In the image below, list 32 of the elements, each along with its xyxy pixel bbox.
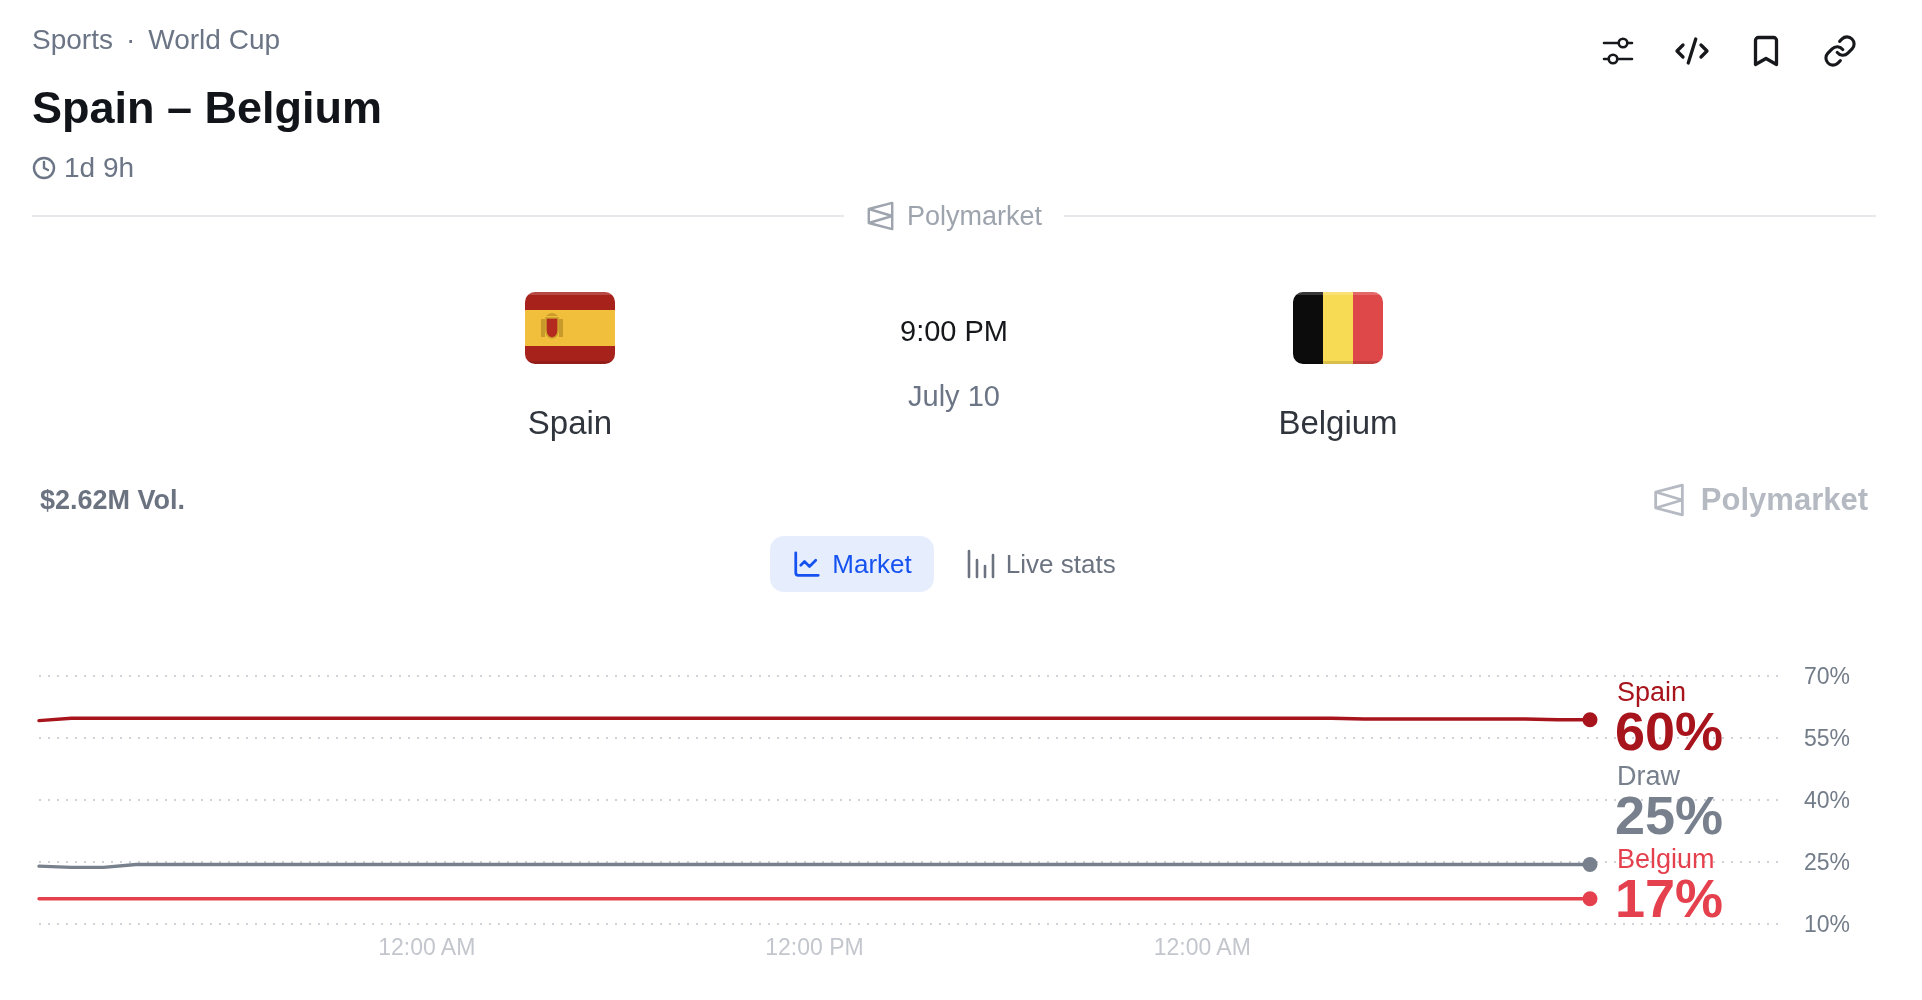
- axis-tick-label: 12:00 AM: [378, 934, 476, 960]
- axis-tick-label: 70%: [1804, 663, 1851, 689]
- axis-tick-label: 40%: [1804, 787, 1851, 813]
- brand-name: Polymarket: [1700, 482, 1868, 518]
- page-title: Spain – Belgium: [32, 82, 383, 134]
- axis-tick-label: 10%: [1804, 911, 1851, 937]
- spain-flag-icon: [525, 292, 615, 364]
- volume-text: $2.62M Vol.: [40, 484, 186, 516]
- team-name: Belgium: [1278, 405, 1398, 441]
- axis-tick-label: 55%: [1804, 725, 1851, 751]
- breadcrumb-link[interactable]: World Cup: [148, 25, 281, 55]
- belgium-flag-icon: [1293, 292, 1383, 364]
- team-name: Spain: [527, 405, 613, 441]
- bar-chart-icon: [965, 549, 996, 579]
- breadcrumb-link[interactable]: Sports: [32, 25, 113, 55]
- countdown-text: 1d 9h: [64, 153, 135, 183]
- source-label: Polymarket: [907, 201, 1043, 231]
- match-date: July 10: [908, 380, 1000, 412]
- axis-tick-label: 25%: [1804, 849, 1851, 875]
- view-tab[interactable]: Live stats: [943, 536, 1138, 592]
- axis-tick-label: 12:00 AM: [1153, 934, 1251, 960]
- match-time: 9:00 PM: [900, 315, 1008, 347]
- axis-tick-label: 12:00 PM: [765, 934, 864, 960]
- line-chart-icon: [792, 549, 823, 579]
- link-icon: [1823, 34, 1857, 68]
- view-tab[interactable]: Market: [770, 536, 934, 592]
- logo-icon: [866, 201, 895, 231]
- series-name-label: Spain: [1617, 677, 1687, 707]
- clock-icon: [32, 156, 56, 180]
- settings-sliders-icon: [1602, 37, 1634, 65]
- breadcrumb-separator: ·: [125, 25, 136, 55]
- logo-icon: [1652, 482, 1685, 518]
